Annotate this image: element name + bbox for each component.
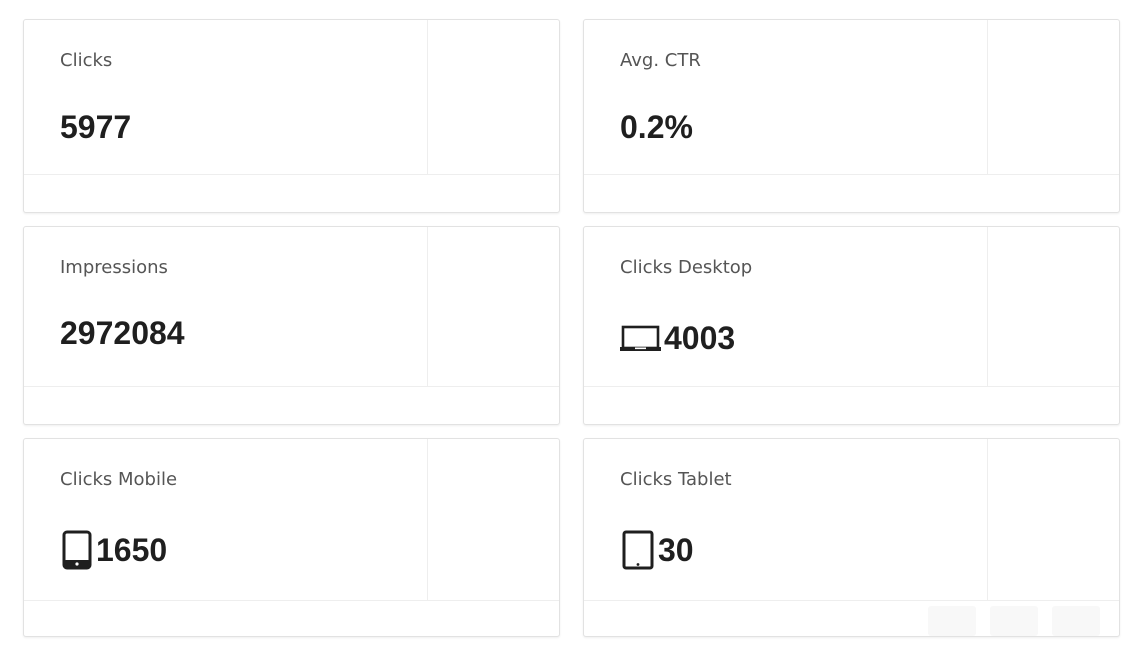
stat-card-impressions: Impressions 2972084 — [23, 226, 560, 425]
stat-card-clicks-desktop: Clicks Desktop 4003 — [583, 226, 1120, 425]
watermark-decoration — [928, 606, 1106, 636]
stat-card-side-panel — [427, 227, 559, 387]
stat-card-side-panel — [987, 439, 1119, 601]
stat-card-side-panel — [987, 20, 1119, 175]
stat-value: 0.2% — [620, 107, 693, 147]
stat-value-text: 5977 — [60, 109, 132, 145]
stat-value-text: 30 — [658, 532, 694, 568]
stat-value: 5977 — [60, 107, 131, 147]
laptop-icon — [620, 322, 664, 354]
stat-card-avg-ctr: Avg. CTR 0.2% — [583, 19, 1120, 213]
tablet-icon — [620, 530, 658, 570]
stat-value: 30 — [620, 530, 694, 570]
stat-card-clicks: Clicks 5977 — [23, 19, 560, 213]
stat-card-side-panel — [427, 439, 559, 601]
stat-value: 1650 — [60, 530, 167, 570]
mobile-phone-icon — [60, 530, 96, 570]
stat-value-text: 1650 — [96, 532, 168, 568]
watermark-block — [928, 606, 976, 636]
stat-label: Clicks Desktop — [620, 257, 753, 278]
stat-label: Clicks Mobile — [60, 469, 178, 490]
stat-label: Clicks Tablet — [620, 469, 732, 490]
stat-value-text: 2972084 — [60, 315, 185, 351]
stat-label: Clicks — [60, 50, 113, 71]
watermark-block — [1052, 606, 1100, 636]
stat-card-clicks-mobile: Clicks Mobile 1650 — [23, 438, 560, 637]
stat-value: 4003 — [620, 318, 735, 358]
stat-label: Impressions — [60, 257, 168, 278]
stat-card-side-panel — [427, 20, 559, 175]
stat-value-text: 0.2% — [620, 109, 693, 145]
stat-value-text: 4003 — [664, 320, 736, 356]
stat-value: 2972084 — [60, 313, 185, 353]
stat-card-side-panel — [987, 227, 1119, 387]
stat-label: Avg. CTR — [620, 50, 701, 71]
watermark-block — [990, 606, 1038, 636]
